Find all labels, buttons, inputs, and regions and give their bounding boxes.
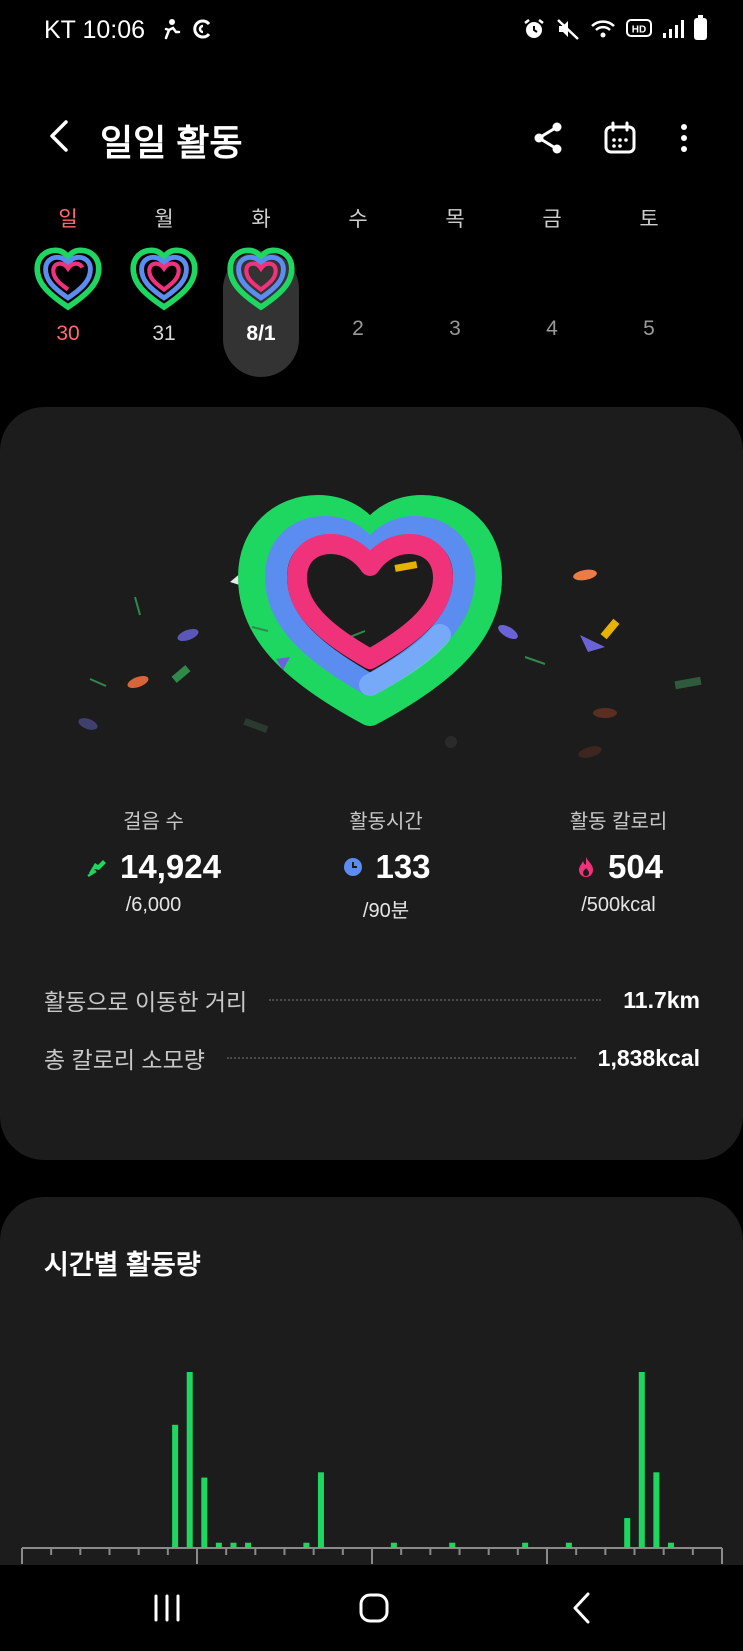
battery-icon xyxy=(694,15,707,40)
day-tue-selected[interactable]: 화 8/1 xyxy=(219,205,303,377)
mute-icon xyxy=(557,19,579,40)
active-time-value: 133 xyxy=(375,848,431,885)
active-calories-label: 활동 칼로리 xyxy=(569,811,668,833)
day-name: 수 xyxy=(348,208,368,231)
day-name: 금 xyxy=(542,208,562,231)
nav-back-icon[interactable] xyxy=(558,1583,608,1633)
hourly-bar xyxy=(186,1372,193,1548)
active-calories-stat[interactable]: 활동 칼로리 504 /500kcal xyxy=(495,805,742,923)
day-sun[interactable]: 일 30 xyxy=(26,205,110,346)
day-number: 31 xyxy=(152,322,176,345)
summary-stats: 걸음 수 14,924 /6,000 활동시간 133 /90분 활동 칼로리 … xyxy=(0,805,743,923)
day-mon[interactable]: 월 31 xyxy=(122,205,206,346)
shoe-icon xyxy=(87,860,107,878)
hourly-bar xyxy=(245,1542,252,1548)
steps-label: 걸음 수 xyxy=(123,811,184,833)
clock-icon xyxy=(344,858,363,876)
steps-stat[interactable]: 걸음 수 14,924 /6,000 xyxy=(30,805,277,923)
hourly-bar xyxy=(230,1542,237,1548)
day-thu[interactable]: 목 3 xyxy=(413,205,497,341)
day-sat[interactable]: 토 5 xyxy=(607,205,691,341)
home-icon[interactable] xyxy=(349,1583,399,1633)
flame-icon xyxy=(578,857,593,877)
daily-summary-card: 걸음 수 14,924 /6,000 활동시간 133 /90분 활동 칼로리 … xyxy=(0,407,743,1160)
app-header: 일일 활동 xyxy=(0,100,743,180)
hourly-bar xyxy=(638,1372,645,1548)
steps-goal: /6,000 xyxy=(125,894,182,916)
fitness-icon xyxy=(164,19,181,40)
back-chevron-icon[interactable] xyxy=(40,116,80,156)
active-calories-goal: /500kcal xyxy=(581,894,656,916)
active-time-stat[interactable]: 활동시간 133 /90분 xyxy=(277,805,495,923)
status-time: KT 10:06 xyxy=(44,16,146,44)
dotted-leader xyxy=(269,999,602,1001)
hourly-bar xyxy=(667,1542,674,1548)
hourly-bar xyxy=(172,1424,179,1548)
active-time-goal: /90분 xyxy=(362,900,410,922)
distance-row: 활동으로 이동한 거리 11.7km xyxy=(44,980,700,1020)
hourly-bar xyxy=(215,1542,222,1548)
hourly-bar xyxy=(303,1542,310,1548)
mini-heart-ring-icon xyxy=(227,247,295,311)
day-wed[interactable]: 수 2 xyxy=(316,205,400,341)
hourly-bar xyxy=(317,1472,324,1548)
total-calories-value: 1,838kcal xyxy=(597,1044,700,1071)
hourly-bar xyxy=(624,1518,631,1548)
calendar-icon[interactable] xyxy=(600,118,640,158)
active-time-label: 활동시간 xyxy=(349,811,423,833)
distance-label: 활동으로 이동한 거리 xyxy=(44,989,248,1015)
recent-apps-icon[interactable] xyxy=(142,1583,192,1633)
day-number: 5 xyxy=(643,317,655,340)
activity-heart-rings xyxy=(78,495,702,758)
hd-voice-icon: HD xyxy=(626,19,652,37)
day-number: 2 xyxy=(352,317,364,340)
hourly-bar xyxy=(390,1542,397,1548)
hourly-bar xyxy=(565,1542,572,1548)
day-name: 토 xyxy=(639,208,659,231)
share-icon[interactable] xyxy=(528,118,568,158)
hourly-bar xyxy=(201,1477,208,1548)
more-icon[interactable] xyxy=(664,118,704,158)
mini-heart-ring-icon xyxy=(34,247,102,311)
system-nav-bar xyxy=(0,1565,743,1651)
day-number: 30 xyxy=(56,322,80,345)
week-selector: 일 30 월 31 화 8/1 수 2 목 3 금 4 토 5 xyxy=(18,205,728,385)
day-name: 일 xyxy=(58,208,78,231)
day-name: 월 xyxy=(154,208,174,231)
wifi-icon xyxy=(591,20,615,38)
data-saver-icon xyxy=(193,19,211,39)
dotted-leader xyxy=(226,1057,576,1059)
day-name: 화 xyxy=(251,208,271,231)
total-calories-label: 총 칼로리 소모량 xyxy=(44,1047,205,1073)
day-number: 8/1 xyxy=(246,322,276,345)
svg-text:HD: HD xyxy=(632,25,646,36)
mini-heart-ring-icon xyxy=(130,247,198,311)
distance-value: 11.7km xyxy=(623,986,700,1013)
day-number: 4 xyxy=(546,317,558,340)
day-fri[interactable]: 금 4 xyxy=(510,205,594,341)
status-bar: KT 10:06 HD xyxy=(0,0,743,62)
day-name: 목 xyxy=(445,208,465,231)
hourly-bar xyxy=(522,1542,529,1548)
page-title: 일일 활동 xyxy=(100,122,243,163)
day-number: 3 xyxy=(449,317,461,340)
hourly-bar xyxy=(449,1542,456,1548)
alarm-icon xyxy=(524,19,544,38)
steps-value: 14,924 xyxy=(120,848,221,885)
total-calories-row: 총 칼로리 소모량 1,838kcal xyxy=(44,1038,700,1078)
signal-icon xyxy=(663,20,684,38)
active-calories-value: 504 xyxy=(607,848,664,885)
hourly-bar xyxy=(653,1472,660,1548)
